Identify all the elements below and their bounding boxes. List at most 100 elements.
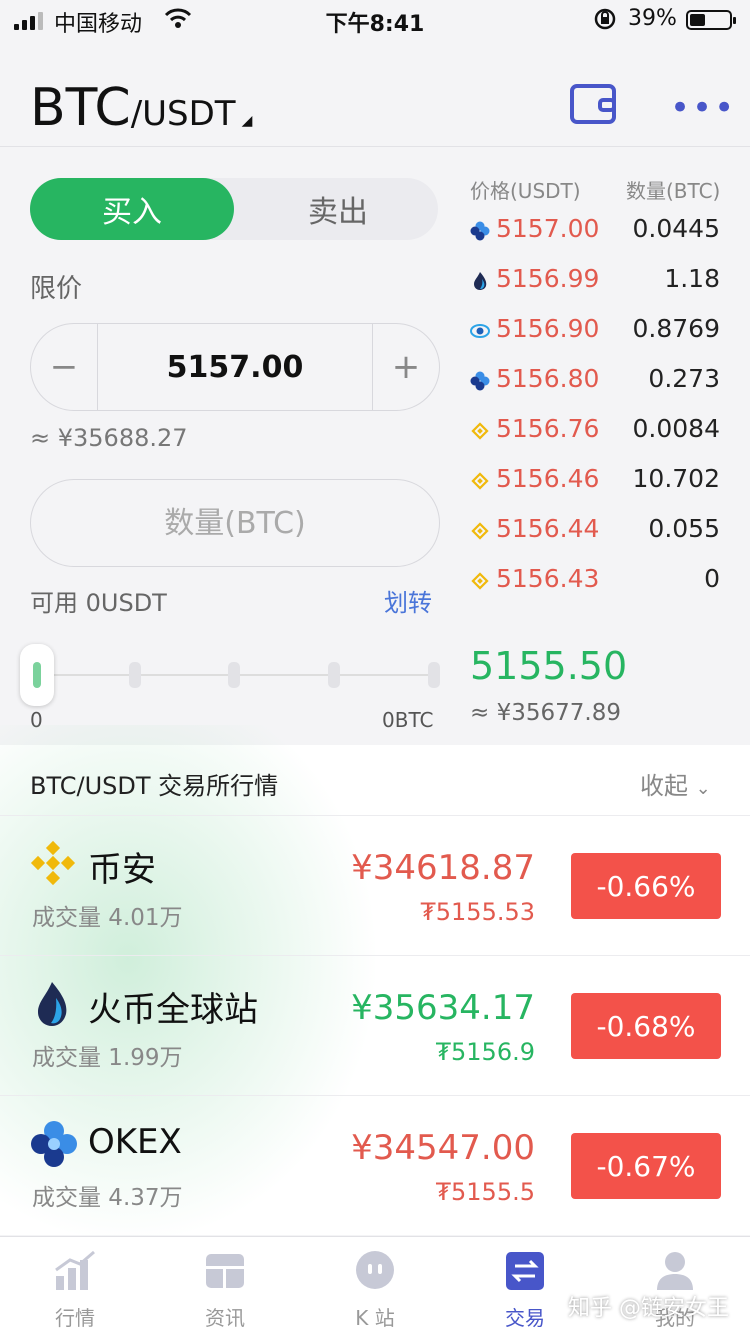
slider-max-label: 0BTC (382, 708, 434, 732)
orderbook-row[interactable]: 5156.90 0.8769 (470, 306, 720, 356)
pair-selector[interactable]: BTC/USDT ◢ (30, 78, 252, 138)
tab-news[interactable]: 资讯 (150, 1236, 300, 1334)
orderbook-price: 5156.43 (496, 564, 600, 593)
transfer-link[interactable]: 划转 (384, 583, 432, 618)
battery-percent: 39% (628, 6, 677, 31)
decrease-price-button[interactable]: − (30, 323, 98, 411)
user-icon (654, 1250, 696, 1292)
wallet-icon[interactable] (570, 84, 616, 124)
orderbook-price: 5156.46 (496, 464, 600, 493)
chat-bubble-icon (354, 1250, 396, 1292)
exchange-price-cny: ¥35634.17 (351, 988, 535, 1028)
tab-label: 资讯 (205, 1306, 245, 1330)
amount-slider-handle[interactable] (20, 644, 54, 706)
orderbook-row[interactable]: 5156.99 1.18 (470, 256, 720, 306)
divider (0, 1095, 750, 1096)
orderbook-qty: 0.0445 (632, 214, 720, 243)
divider (0, 815, 750, 816)
last-price-cny: ≈ ¥35677.89 (470, 700, 621, 726)
binance-icon (470, 421, 490, 441)
rotation-lock-icon (592, 6, 618, 38)
market-title: BTC/USDT 交易所行情 (30, 772, 279, 800)
orderbook-qty-header: 数量(BTC) (626, 179, 721, 203)
orderbook-qty: 0 (704, 564, 720, 593)
exchange-name: OKEX (88, 1122, 182, 1162)
watermark: 知乎 @链安女王 (568, 1296, 729, 1321)
tab-label: K 站 (355, 1306, 395, 1330)
slider-tick[interactable] (428, 662, 440, 688)
exchange-name: 火币全球站 (88, 990, 258, 1030)
exchange-price-usdt: ₮5155.5 (435, 1178, 535, 1206)
exchange-name: 币安 (88, 850, 156, 890)
last-price: 5155.50 (470, 644, 628, 688)
price-cny-estimate: ≈ ¥35688.27 (30, 424, 188, 452)
orderbook-qty: 0.0084 (632, 414, 720, 443)
orderbook-price: 5156.80 (496, 364, 600, 393)
exchange-price-usdt: ₮5155.53 (420, 898, 535, 926)
header-divider (0, 146, 750, 147)
binance-icon (470, 471, 490, 491)
slider-tick[interactable] (129, 662, 141, 688)
exchange-volume: 成交量 1.99万 (32, 1045, 183, 1071)
eye-exchange-icon (470, 321, 490, 341)
okex-icon (470, 221, 490, 241)
orderbook-row[interactable]: 5156.76 0.0084 (470, 406, 720, 456)
status-bar: 中国移动 下午8:41 39% (0, 0, 750, 40)
chart-icon (54, 1250, 96, 1292)
change-badge[interactable]: -0.67% (571, 1133, 721, 1199)
orderbook-row[interactable]: 5156.44 0.055 (470, 506, 720, 556)
change-badge[interactable]: -0.68% (571, 993, 721, 1059)
tab-label: 行情 (55, 1306, 95, 1330)
slider-tick[interactable] (328, 662, 340, 688)
change-badge[interactable]: -0.66% (571, 853, 721, 919)
sell-tab[interactable]: 卖出 (238, 178, 438, 240)
orderbook-row[interactable]: 5156.43 0 (470, 556, 720, 606)
available-balance: 可用 0USDT (30, 589, 167, 617)
orderbook-qty: 0.055 (648, 514, 720, 543)
caret-down-icon: ◢ (241, 113, 253, 129)
increase-price-button[interactable]: + (372, 323, 440, 411)
huobi-icon (470, 271, 490, 291)
exchange-arrows-icon (504, 1250, 546, 1292)
collapse-button[interactable]: 收起 ⌄ (640, 766, 711, 801)
orderbook-price: 5156.99 (496, 264, 600, 293)
chevron-down-icon: ⌄ (695, 778, 711, 799)
price-input[interactable]: 5157.00 (98, 323, 372, 411)
orderbook-qty: 1.18 (664, 264, 720, 293)
tab-market[interactable]: 行情 (0, 1236, 150, 1334)
exchange-volume: 成交量 4.37万 (32, 1185, 183, 1211)
slider-tick[interactable] (228, 662, 240, 688)
exchange-volume: 成交量 4.01万 (32, 905, 183, 931)
order-type-label[interactable]: 限价 (30, 268, 82, 305)
tab-k-station[interactable]: K 站 (300, 1236, 450, 1334)
orderbook-row[interactable]: 5157.00 0.0445 (470, 206, 720, 256)
orderbook-row[interactable]: 5156.80 0.273 (470, 356, 720, 406)
orderbook-price: 5156.90 (496, 314, 600, 343)
binance-logo-icon (30, 840, 76, 886)
battery-icon (686, 10, 736, 30)
okex-logo-icon (30, 1120, 78, 1168)
huobi-logo-icon (32, 980, 72, 1028)
divider (0, 955, 750, 956)
orderbook-row[interactable]: 5156.46 10.702 (470, 456, 720, 506)
buy-tab[interactable]: 买入 (30, 178, 234, 240)
orderbook-price-header: 价格(USDT) (470, 179, 581, 203)
orderbook-qty: 0.273 (648, 364, 720, 393)
exchange-price-cny: ¥34547.00 (351, 1128, 535, 1168)
okex-icon (470, 371, 490, 391)
binance-icon (470, 571, 490, 591)
binance-icon (470, 521, 490, 541)
collapse-label: 收起 (640, 772, 688, 800)
orderbook-qty: 0.8769 (632, 314, 720, 343)
pair-base: BTC (30, 78, 131, 138)
news-icon (204, 1250, 246, 1292)
orderbook-price: 5156.76 (496, 414, 600, 443)
exchange-price-usdt: ₮5156.9 (435, 1038, 535, 1066)
pair-quote: /USDT (130, 94, 236, 134)
orderbook-qty: 10.702 (632, 464, 720, 493)
exchange-price-cny: ¥34618.87 (351, 848, 535, 888)
orderbook-price: 5156.44 (496, 514, 600, 543)
more-icon[interactable]: ••• (670, 88, 736, 128)
quantity-input[interactable] (30, 479, 440, 567)
orderbook-price: 5157.00 (496, 214, 600, 243)
